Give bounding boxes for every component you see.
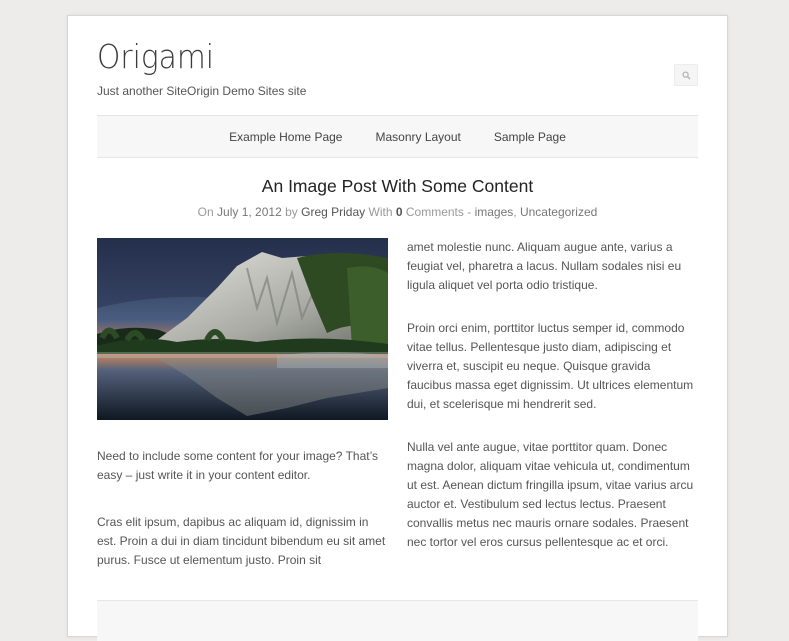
post-paragraph: Need to include some content for your im…: [97, 449, 379, 482]
post-footer-bar: [97, 600, 698, 641]
post-content-left-column: Need to include some content for your im…: [97, 238, 388, 570]
post-paragraph: Cras elit ipsum, dapibus ac aliquam id, …: [97, 515, 386, 567]
meta-with-label: With: [368, 205, 393, 219]
post-meta: On July 1, 2012 by Greg Priday With 0 Co…: [97, 205, 698, 219]
post-title[interactable]: An Image Post With Some Content: [97, 176, 698, 197]
post-content-right-column: amet molestie nunc. Aliquam augue ante, …: [407, 238, 698, 552]
post-paragraph: Nulla vel ante augue, vitae porttitor qu…: [407, 440, 694, 549]
search-icon: [681, 70, 691, 80]
meta-by-label: by: [285, 205, 298, 219]
meta-separator: ,: [513, 205, 517, 219]
nav-item-sample-page[interactable]: Sample Page: [494, 130, 566, 144]
post-paragraph: Proin orci enim, porttitor luctus semper…: [407, 321, 694, 411]
post-date-link[interactable]: July 1, 2012: [217, 205, 282, 219]
main-navigation: Example Home Page Masonry Layout Sample …: [97, 115, 698, 158]
nav-item-example-home-page[interactable]: Example Home Page: [229, 130, 342, 144]
site-title[interactable]: Origami: [97, 40, 214, 73]
site-description: Just another SiteOrigin Demo Sites site: [97, 84, 307, 98]
comment-count: 0: [395, 205, 403, 219]
search-button[interactable]: [674, 64, 698, 86]
category-link-images[interactable]: images: [475, 205, 514, 219]
category-link-uncategorized[interactable]: Uncategorized: [520, 205, 597, 219]
meta-comments-label: Comments -: [405, 205, 472, 219]
nav-item-masonry-layout[interactable]: Masonry Layout: [375, 130, 460, 144]
post-paragraph: amet molestie nunc. Aliquam augue ante, …: [407, 240, 682, 292]
post-author-link[interactable]: Greg Priday: [301, 205, 365, 219]
page-container: Origami Just another SiteOrigin Demo Sit…: [67, 15, 728, 641]
post-landscape-image: [97, 238, 388, 420]
meta-on-label: On: [197, 205, 214, 219]
